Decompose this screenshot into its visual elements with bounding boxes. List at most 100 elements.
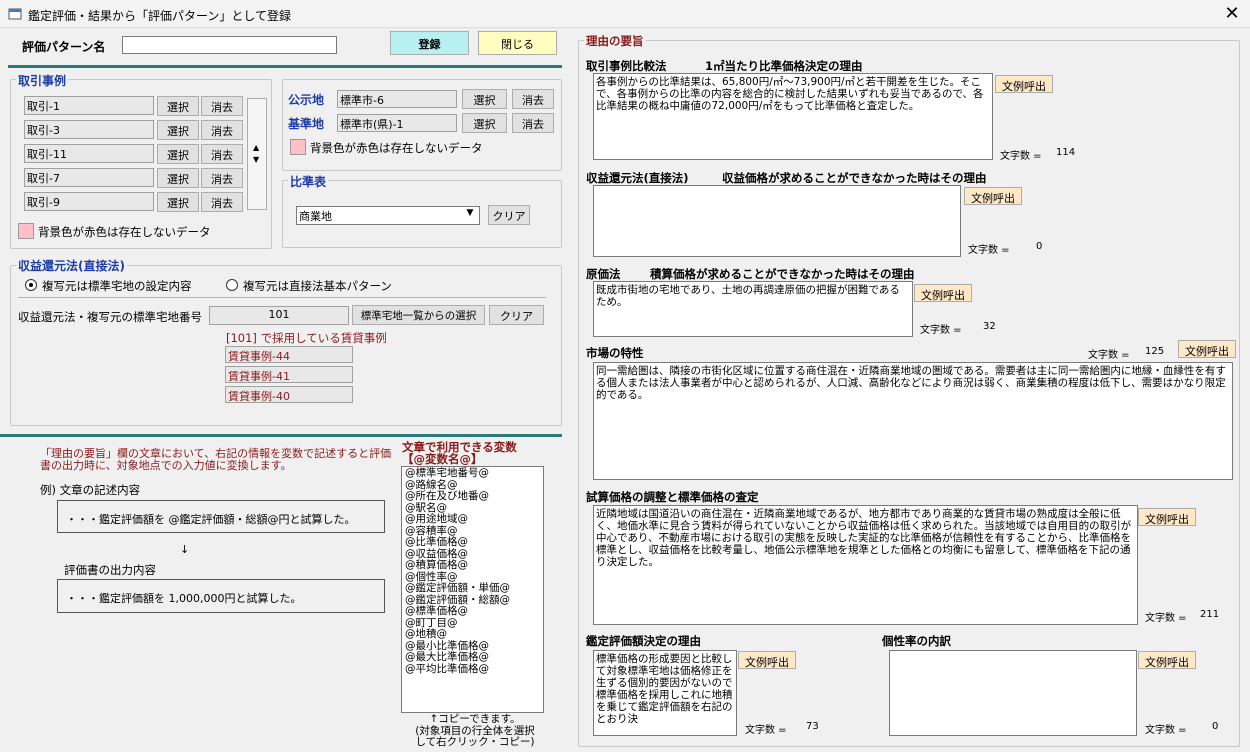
chevron-down-icon[interactable]: ▼	[462, 208, 478, 223]
torihiki-select-button[interactable]: 選択	[157, 168, 199, 188]
koji-clear-button[interactable]: 消去	[512, 89, 554, 109]
torihiki-clear-button[interactable]: 消去	[201, 120, 243, 140]
separator	[18, 297, 546, 298]
adjust-template-button[interactable]: 文例呼出	[1138, 508, 1196, 526]
comp-sub: 1㎡当たり比準価格決定の理由	[705, 59, 863, 73]
market-textarea[interactable]: 同一需給圏は、隣接の市街化区域に位置する商住混在・近隣商業地域の圏域である。需要…	[593, 362, 1233, 480]
up-arrow-icon[interactable]: ▲	[253, 143, 259, 152]
hijun-select[interactable]: 商業地	[296, 206, 480, 225]
copy-source-number: 101	[209, 306, 349, 325]
radio-standard-lot[interactable]	[25, 279, 37, 291]
cost-sub: 積算価格が求めることができなかった時はその理由	[650, 267, 915, 281]
arrow-down-icon: ↓	[180, 543, 190, 556]
torihiki-clear-button[interactable]: 消去	[201, 168, 243, 188]
divider-2	[0, 434, 562, 437]
down-arrow-icon[interactable]: ▼	[253, 155, 259, 164]
adjust-count: 211	[1200, 609, 1220, 620]
rental-case: 賃貸事例-40	[225, 386, 353, 403]
vars-list[interactable]: @標準宅地番号@ @路線名@ @所在及び地番@ @駅名@ @用途地域@ @容積率@ @比準価…	[401, 466, 544, 713]
cost-template-button[interactable]: 文例呼出	[914, 284, 972, 302]
indiv-count-label: 文字数 =	[1145, 725, 1187, 736]
torihiki-value: 取引-1	[24, 96, 154, 115]
hijun-selected-value: 商業地	[299, 210, 332, 223]
torihiki-select-button[interactable]: 選択	[157, 144, 199, 164]
comp-label: 取引事例比較法	[586, 59, 667, 73]
var-item[interactable]: @標準価格@	[405, 605, 540, 618]
standard-lot-list-button[interactable]: 標準宅地一覧からの選択	[352, 305, 485, 325]
indiv-template-button[interactable]: 文例呼出	[1138, 651, 1196, 669]
var-item[interactable]: @標準宅地番号@	[405, 467, 540, 480]
final-template-button[interactable]: 文例呼出	[738, 651, 796, 669]
var-item[interactable]: @用途地域@	[405, 513, 540, 526]
income-label: 収益還元法(直接法)	[586, 171, 689, 185]
comp-count: 114	[1056, 147, 1076, 158]
torihiki-value: 取引-11	[24, 144, 154, 163]
example-box: ・・・鑑定評価額を @鑑定評価額・総額@円と試算した。	[57, 500, 385, 533]
torihiki-value: 取引-3	[24, 120, 154, 139]
copy-source-label: 収益還元法・複写元の標準宅地番号	[18, 310, 202, 324]
adjust-label: 試算価格の調整と標準価格の査定	[586, 490, 759, 504]
final-count: 73	[806, 721, 819, 732]
help-note: 「理由の要旨」欄の文章において、右記の情報を変数で記述すると評価書の出力時に、対…	[40, 447, 392, 472]
example-label: 例) 文章の記述内容	[40, 483, 141, 497]
radio-basic-pattern-label: 複写元は直接法基本パターン	[243, 279, 392, 293]
var-item[interactable]: @最大比準価格@	[405, 651, 540, 664]
cost-count: 32	[983, 321, 996, 332]
cost-count-label: 文字数 =	[920, 325, 962, 336]
close-window-icon[interactable]: ✕	[1220, 2, 1244, 26]
radio-standard-lot-label: 複写元は標準宅地の設定内容	[42, 279, 192, 293]
reason-title: 理由の要旨	[584, 33, 646, 49]
adjust-count-label: 文字数 =	[1145, 613, 1187, 624]
indiv-textarea[interactable]	[889, 650, 1137, 736]
cost-textarea[interactable]: 既成市街地の宅地であり、土地の再調達原価の把握が困難であるため。	[593, 281, 913, 337]
hijun-clear-button[interactable]: クリア	[488, 205, 530, 225]
kijun-select-button[interactable]: 選択	[462, 113, 507, 133]
torihiki-legend: 背景色が赤色は存在しないデータ	[38, 225, 211, 239]
koji-legend: 背景色が赤色は存在しないデータ	[310, 141, 483, 155]
final-label: 鑑定評価額決定の理由	[586, 634, 701, 648]
var-item[interactable]: @積算価格@	[405, 559, 540, 572]
torihiki-clear-button[interactable]: 消去	[201, 192, 243, 212]
market-count-label: 文字数 =	[1088, 350, 1130, 361]
comp-template-button[interactable]: 文例呼出	[995, 75, 1053, 93]
torihiki-clear-button[interactable]: 消去	[201, 96, 243, 116]
torihiki-clear-button[interactable]: 消去	[201, 144, 243, 164]
output-text: ・・・鑑定評価額を 1,000,000円と試算した。	[66, 592, 302, 605]
torihiki-select-button[interactable]: 選択	[157, 192, 199, 212]
market-label: 市場の特性	[586, 346, 644, 360]
koji-value: 標準市-6	[337, 90, 457, 108]
comp-textarea[interactable]: 各事例からの比準結果は、65,800円/㎡～73,900円/㎡と若干開差を生じた…	[593, 73, 993, 160]
radio-basic-pattern[interactable]	[226, 279, 238, 291]
torihiki-select-button[interactable]: 選択	[157, 96, 199, 116]
adjust-textarea[interactable]: 近隣地域は国道沿いの商住混在・近隣商業地域であるが、地方都市であり商業的な賃貸市…	[593, 505, 1138, 625]
output-box: ・・・鑑定評価額を 1,000,000円と試算した。	[57, 579, 385, 613]
reorder-control[interactable]: ▲ ▼	[247, 98, 267, 210]
torihiki-value: 取引-9	[24, 192, 154, 211]
torihiki-value: 取引-7	[24, 168, 154, 187]
income-count: 0	[1036, 241, 1043, 252]
var-item[interactable]: @平均比準価格@	[405, 663, 540, 676]
torihiki-select-button[interactable]: 選択	[157, 120, 199, 140]
koji-label: 公示地	[288, 93, 325, 107]
rental-caption: [101] で採用している賃貸事例	[226, 331, 387, 345]
income-template-button[interactable]: 文例呼出	[964, 187, 1022, 205]
indiv-label: 個性率の内訳	[882, 634, 951, 648]
pattern-name-input[interactable]	[122, 36, 337, 54]
indiv-count: 0	[1212, 721, 1219, 732]
shueki-clear-button[interactable]: クリア	[489, 305, 544, 325]
close-button[interactable]: 閉じる	[478, 31, 557, 55]
output-label: 評価書の出力内容	[64, 563, 156, 577]
register-button[interactable]: 登録	[390, 31, 469, 55]
var-item[interactable]: @所在及び地番@	[405, 490, 540, 503]
missing-color-swatch-2	[290, 139, 306, 155]
market-template-button[interactable]: 文例呼出	[1178, 340, 1236, 358]
kijun-clear-button[interactable]: 消去	[512, 113, 554, 133]
kijun-label: 基準地	[288, 117, 325, 131]
var-item[interactable]: @比準価格@	[405, 536, 540, 549]
final-textarea[interactable]: 標準価格の形成要因と比較して対象標準宅地は価格修正を生ずる個別的要因がないので標…	[593, 650, 737, 736]
var-item[interactable]: @鑑定評価額・単価@	[405, 582, 540, 595]
income-count-label: 文字数 =	[968, 245, 1010, 256]
koji-select-button[interactable]: 選択	[462, 89, 507, 109]
income-textarea[interactable]	[593, 185, 961, 257]
var-item[interactable]: @地積@	[405, 628, 540, 641]
